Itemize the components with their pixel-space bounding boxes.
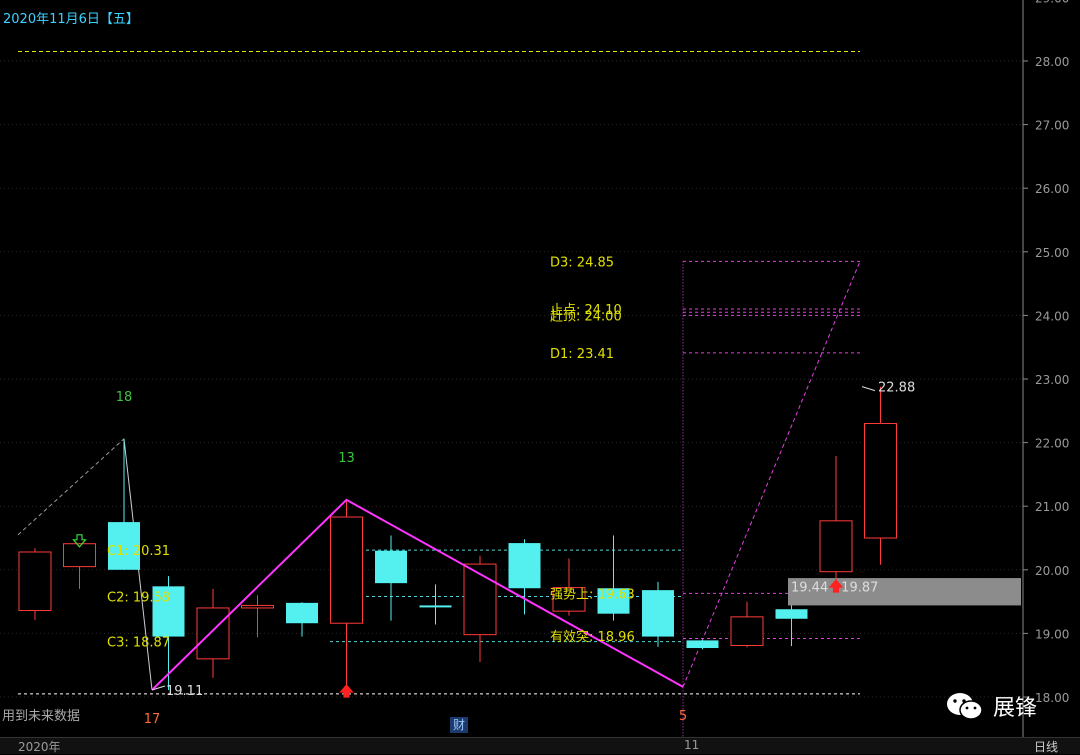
d3-label: D3: 24.85 bbox=[550, 255, 614, 270]
d2-label-b: 赶顶: 24.00 bbox=[550, 309, 622, 324]
candle-body-down bbox=[686, 640, 719, 649]
y-tick-label: 29.00 bbox=[1035, 0, 1069, 5]
candle-body-down bbox=[775, 609, 808, 619]
buy-arrow-icon bbox=[339, 684, 354, 698]
projection-diagonal bbox=[682, 261, 861, 688]
d1-label: D1: 23.41 bbox=[550, 347, 614, 362]
timeframe-label[interactable]: 日线 bbox=[1034, 738, 1058, 755]
candle-body-up bbox=[819, 520, 853, 573]
future-data-note: 用到未来数据 bbox=[2, 709, 81, 724]
prior-trend-line bbox=[17, 438, 125, 536]
candle-body-up bbox=[241, 604, 274, 609]
x-axis-bar bbox=[0, 737, 1080, 754]
c2-label: C2: 19.58 bbox=[107, 591, 170, 606]
y-tick-label: 19.00 bbox=[1035, 627, 1069, 641]
chart-date-title: 2020年11月6日【五】 bbox=[3, 12, 139, 27]
y-tick-label: 25.00 bbox=[1035, 246, 1069, 260]
watermark-text: 展锋 bbox=[993, 696, 1038, 721]
y-tick-label: 21.00 bbox=[1035, 500, 1069, 514]
wechat-icon bbox=[945, 691, 985, 721]
candle-body-down bbox=[642, 590, 674, 637]
kline-chart[interactable]: 29.00 28.00 27.00 26.00 25.00 24.00 23.00 22.00… bbox=[0, 0, 1080, 737]
c3-label: C3: 18.87 bbox=[107, 636, 170, 651]
y-tick-label: 26.00 bbox=[1035, 182, 1069, 196]
swing-count-label: 13 bbox=[338, 451, 355, 466]
x-axis-label-year: 2020年 bbox=[18, 740, 61, 754]
candle-body-up bbox=[730, 616, 764, 646]
swing-count-label: 5 bbox=[679, 709, 687, 724]
candle-body-down bbox=[286, 602, 318, 624]
watermark: 展锋 bbox=[945, 690, 1037, 722]
swing-count-label: 18 bbox=[116, 390, 133, 405]
y-tick-label: 23.00 bbox=[1035, 373, 1069, 387]
high-price-mark: 22.88 bbox=[878, 381, 915, 396]
candle-body-up bbox=[864, 423, 897, 539]
strong-up-label: 强势上: 19.63 bbox=[550, 586, 635, 602]
finance-marker[interactable]: 财 bbox=[450, 717, 468, 733]
y-tick-label: 18.00 bbox=[1035, 691, 1069, 705]
x-axis-label-month: 11 bbox=[684, 738, 700, 752]
y-tick-label: 20.00 bbox=[1035, 564, 1069, 578]
high-pointer bbox=[861, 386, 876, 392]
candle-body-up bbox=[330, 516, 363, 624]
y-tick-label: 28.00 bbox=[1035, 55, 1069, 69]
candle-body-up bbox=[196, 607, 230, 660]
valid-break-label: 有效突: 18.96 bbox=[550, 629, 635, 645]
low-price-mark: 19.11 bbox=[166, 684, 203, 699]
swing-count-label: 17 bbox=[144, 712, 161, 727]
y-tick-label: 24.00 bbox=[1035, 309, 1069, 323]
candle-body-down bbox=[375, 550, 407, 584]
c1-label: C1: 20.31 bbox=[107, 544, 170, 559]
candle-body-down bbox=[419, 605, 452, 608]
y-tick-label: 27.00 bbox=[1035, 119, 1069, 133]
y-tick-label: 22.00 bbox=[1035, 437, 1069, 451]
candle-body-up bbox=[18, 551, 52, 612]
candle-body-down bbox=[508, 543, 541, 589]
